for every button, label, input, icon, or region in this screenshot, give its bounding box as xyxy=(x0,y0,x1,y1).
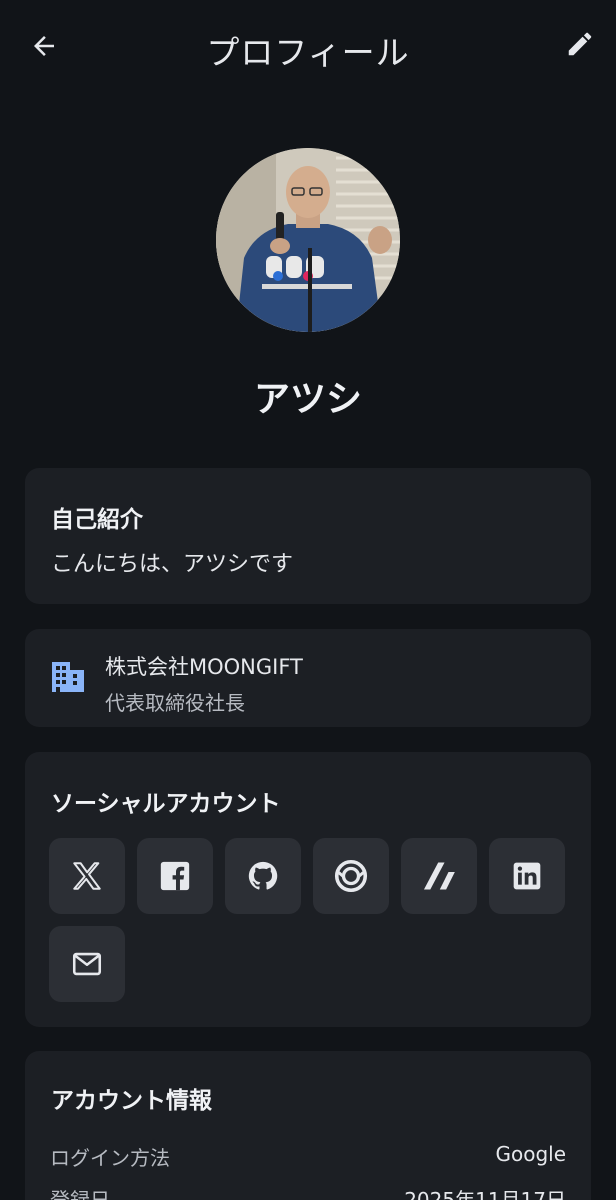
x-icon xyxy=(73,862,101,890)
building-icon xyxy=(52,662,84,692)
profile-name: アツシ xyxy=(253,379,362,420)
top-app-bar: プロフィール xyxy=(0,0,616,92)
mail-icon xyxy=(72,952,102,976)
company-role: 代表取締役社長 xyxy=(105,691,245,715)
github-icon xyxy=(248,861,278,890)
profile-photo-illustration xyxy=(216,148,400,332)
page-title: プロフィール xyxy=(206,33,410,72)
linkedin-button[interactable] xyxy=(489,838,565,914)
avatar xyxy=(216,148,400,332)
account-heading: アカウント情報 xyxy=(51,1088,212,1114)
x-button[interactable] xyxy=(49,838,125,914)
github-button[interactable] xyxy=(225,838,301,914)
edit-button[interactable] xyxy=(558,22,602,66)
company-card: 株式会社MOONGIFT 代表取締役社長 xyxy=(25,629,591,727)
qiita-button[interactable] xyxy=(313,838,389,914)
social-heading: ソーシャルアカウント xyxy=(51,791,281,817)
pencil-icon xyxy=(568,32,592,56)
login-method-value: Google xyxy=(495,1142,566,1166)
bio-text: こんにちは、アツシです xyxy=(51,552,294,577)
registered-date-label: 登録日 xyxy=(50,1188,110,1200)
qiita-icon xyxy=(334,859,368,893)
bio-heading: 自己紹介 xyxy=(51,507,143,533)
bio-card: 自己紹介 こんにちは、アツシです xyxy=(25,468,591,604)
facebook-button[interactable] xyxy=(137,838,213,914)
social-accounts-card: ソーシャルアカウント xyxy=(25,752,591,1027)
zenn-button[interactable] xyxy=(401,838,477,914)
account-info-card: アカウント情報 ログイン方法 Google 登録日 2025年11月17日 xyxy=(25,1051,591,1200)
company-name: 株式会社MOONGIFT xyxy=(105,655,303,679)
zenn-icon xyxy=(423,862,455,890)
mail-button[interactable] xyxy=(49,926,125,1002)
linkedin-icon xyxy=(513,862,541,890)
registered-date-value: 2025年11月17日 xyxy=(404,1188,566,1200)
login-method-label: ログイン方法 xyxy=(50,1146,170,1170)
profile-screen: プロフィール アツシ 自己紹介 こんにちは、アツシです 株式会社MOONGIFT… xyxy=(0,0,616,1200)
facebook-icon xyxy=(160,861,190,891)
